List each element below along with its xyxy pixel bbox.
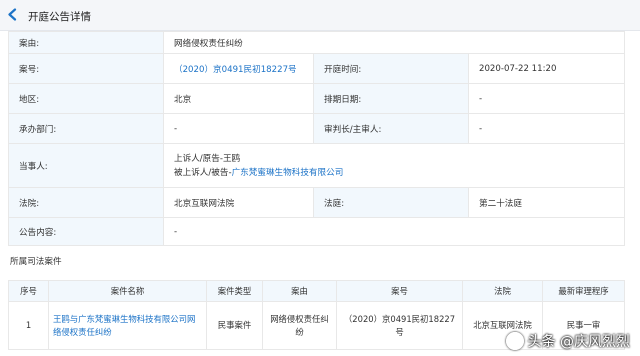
table-header-row: 序号 案件名称 案件类型 案由 案号 法院 最新审理程序 — [8, 280, 625, 302]
court-value: 北京互联网法院 — [163, 187, 314, 218]
hearing-detail-table: 案由: 网络侵权责任纠纷 案号: （2020）京0491民初18227号 开庭时… — [8, 31, 625, 246]
page-title: 开庭公告详情 — [28, 11, 91, 23]
row-case-reason: 案由: 网络侵权责任纠纷 — [8, 31, 625, 54]
courtroom-label: 法庭: — [313, 187, 469, 218]
parties-label: 当事人: — [8, 143, 164, 188]
party-defendant: 被上诉人/被告-广东梵蜜琳生物科技有限公司 — [174, 166, 614, 180]
region-label: 地区: — [8, 83, 164, 114]
col-case-reason: 案由 — [262, 280, 337, 302]
judge-value: - — [468, 113, 625, 144]
row-index: 1 — [8, 301, 49, 350]
watermark: 头条 @庆风烈烈 — [505, 330, 630, 352]
defendant-company-link[interactable]: 广东梵蜜琳生物科技有限公司 — [232, 168, 344, 178]
department-label: 承办部门: — [8, 113, 164, 144]
related-cases-title: 所属司法案件 — [10, 257, 62, 267]
row-court: 法院: 北京互联网法院 法庭: 第二十法庭 — [8, 187, 625, 218]
title-bar: 开庭公告详情 — [0, 0, 640, 31]
content-label: 公告内容: — [8, 217, 164, 246]
row-region: 地区: 北京 排期日期: - — [8, 83, 625, 114]
row-case-no: （2020）京0491民初18227号 — [336, 301, 463, 350]
row-case-reason: 网络侵权责任纠纷 — [262, 301, 337, 350]
row-department: 承办部门: - 审判长/主审人: - — [8, 113, 625, 144]
col-index: 序号 — [8, 280, 49, 302]
hearing-time-value: 2020-07-22 11:20 — [468, 53, 625, 84]
row-content: 公告内容: - — [8, 217, 625, 246]
judge-label: 审判长/主审人: — [313, 113, 469, 144]
case-no-link[interactable]: （2020）京0491民初18227号 — [174, 65, 297, 75]
region-value: 北京 — [163, 83, 314, 114]
row-parties: 当事人: 上诉人/原告-王鸥 被上诉人/被告-广东梵蜜琳生物科技有限公司 — [8, 143, 625, 188]
case-name-link[interactable]: 王鸥与广东梵蜜琳生物科技有限公司网络侵权责任纠纷 — [53, 314, 195, 337]
col-case-name: 案件名称 — [48, 280, 207, 302]
case-no-label: 案号: — [8, 53, 164, 84]
col-court: 法院 — [462, 280, 543, 302]
col-case-type: 案件类型 — [206, 280, 263, 302]
schedule-date-label: 排期日期: — [313, 83, 469, 114]
watermark-text: 头条 @庆风烈烈 — [527, 334, 630, 350]
party-plaintiff: 上诉人/原告-王鸥 — [174, 153, 241, 164]
col-case-no: 案号 — [336, 280, 463, 302]
schedule-date-value: - — [468, 83, 625, 114]
parties-value: 上诉人/原告-王鸥 被上诉人/被告-广东梵蜜琳生物科技有限公司 — [163, 143, 625, 188]
case-reason-value: 网络侵权责任纠纷 — [163, 31, 625, 54]
party-defendant-role: 被上诉人/被告- — [174, 167, 232, 178]
watermark-logo-icon — [505, 332, 524, 350]
chevron-left-icon[interactable] — [6, 8, 19, 21]
row-case-type: 民事案件 — [206, 301, 263, 350]
courtroom-value: 第二十法庭 — [468, 187, 625, 218]
court-label: 法院: — [8, 187, 164, 218]
row-case-no: 案号: （2020）京0491民初18227号 开庭时间: 2020-07-22… — [8, 53, 625, 84]
case-reason-label: 案由: — [8, 31, 164, 54]
col-procedure: 最新审理程序 — [542, 280, 625, 302]
content-value: - — [163, 217, 625, 246]
department-value: - — [163, 113, 314, 144]
hearing-time-label: 开庭时间: — [313, 53, 469, 84]
